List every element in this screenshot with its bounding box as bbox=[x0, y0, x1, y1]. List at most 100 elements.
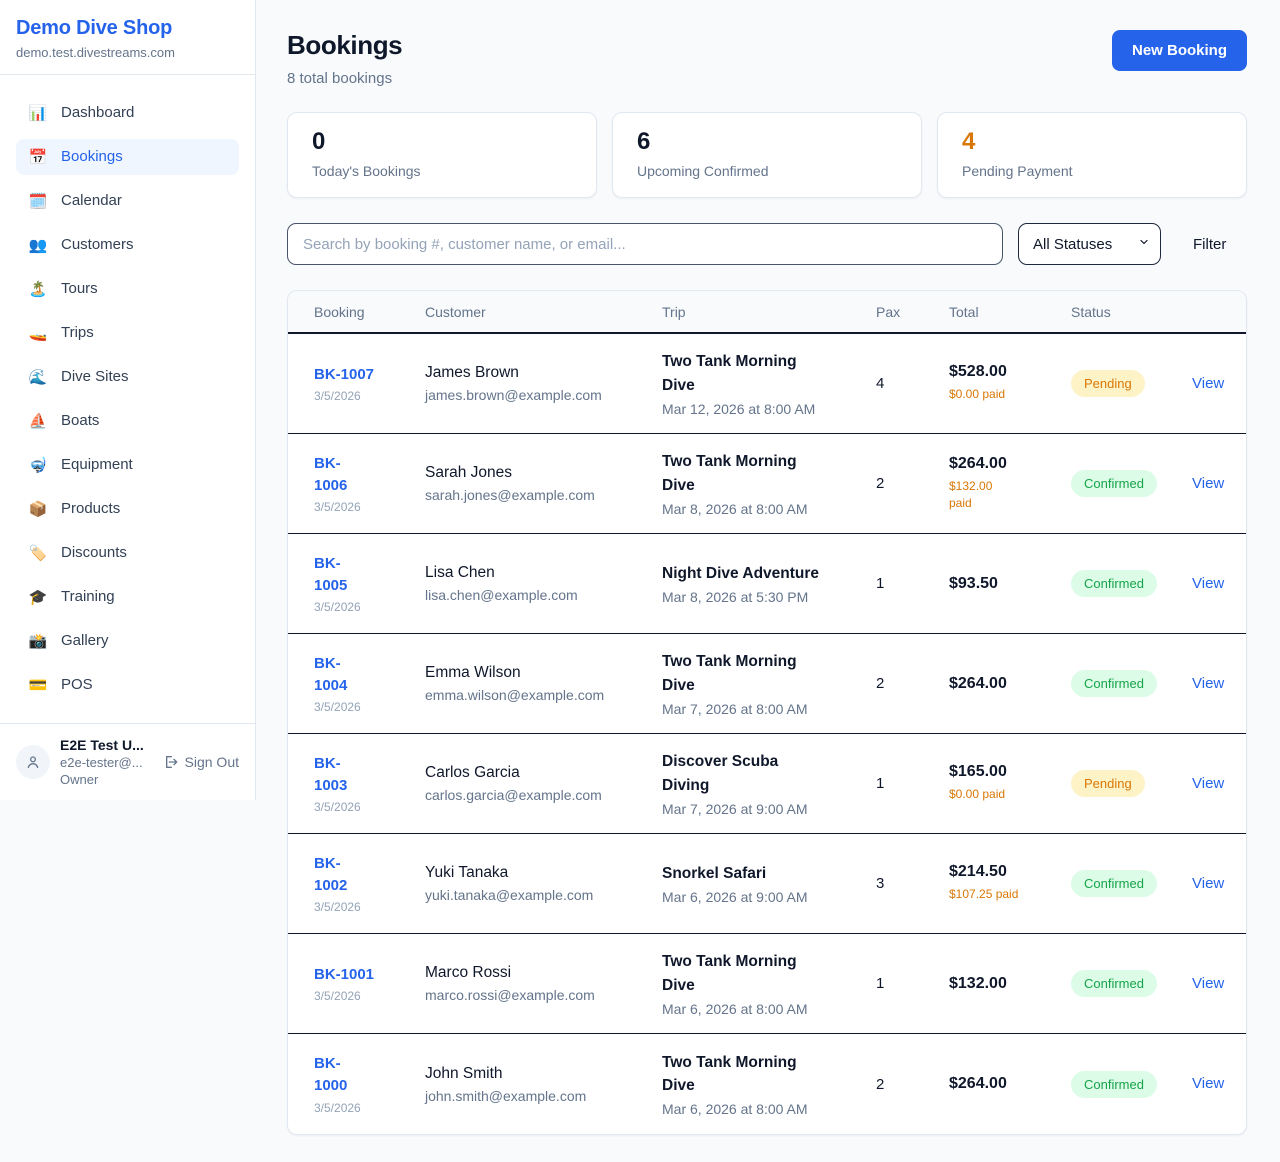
sidebar-item-label: Calendar bbox=[61, 191, 122, 211]
booking-number-line: 1006 bbox=[314, 475, 425, 497]
trip-name-line: Discover Scuba bbox=[662, 750, 876, 773]
total-amount: $528.00 bbox=[949, 363, 1071, 381]
sidebar-item-trips[interactable]: 🚤 Trips bbox=[16, 315, 239, 351]
sidebar-item-calendar[interactable]: 🗓️Calendar bbox=[16, 183, 239, 219]
sidebar-item-label: Trips bbox=[61, 323, 94, 343]
view-link[interactable]: View bbox=[1192, 875, 1224, 892]
stat-label: Today's Bookings bbox=[312, 163, 572, 179]
column-header-trip: Trip bbox=[662, 304, 876, 320]
table-row: BK-10073/5/2026James Brownjames.brown@ex… bbox=[288, 334, 1246, 434]
trips-icon: 🚤 bbox=[28, 323, 48, 343]
sidebar-item-label: Dive Sites bbox=[61, 367, 129, 387]
view-link[interactable]: View bbox=[1192, 1075, 1224, 1092]
actions-cell: View bbox=[1192, 975, 1230, 993]
total-amount: $93.50 bbox=[949, 575, 1071, 593]
table-row: BK-10023/5/2026Yuki Tanakayuki.tanaka@ex… bbox=[288, 834, 1246, 934]
sidebar-item-customers[interactable]: 👥Customers bbox=[16, 227, 239, 263]
sidebar-item-label: Bookings bbox=[61, 147, 123, 167]
sidebar-item-dive-sites[interactable]: 🌊Dive Sites bbox=[16, 359, 239, 395]
table-row: BK-10003/5/2026John Smithjohn.smith@exam… bbox=[288, 1034, 1246, 1134]
sidebar-item-products[interactable]: 📦Products bbox=[16, 491, 239, 527]
customer-cell: Sarah Jonessarah.jones@example.com bbox=[425, 464, 662, 503]
trip-cell: Snorkel SafariMar 6, 2026 at 9:00 AM bbox=[662, 862, 876, 905]
booking-number-link[interactable]: BK-1007 bbox=[314, 364, 425, 386]
new-booking-button[interactable]: New Booking bbox=[1112, 30, 1247, 71]
sidebar-item-gallery[interactable]: 📸Gallery bbox=[16, 623, 239, 659]
sidebar-item-bookings[interactable]: 📅Bookings bbox=[16, 139, 239, 175]
dashboard-icon: 📊 bbox=[28, 103, 48, 123]
booking-number-link[interactable]: BK-1001 bbox=[314, 964, 425, 986]
user-name: E2E Test U... bbox=[60, 737, 152, 753]
booking-number-link[interactable]: BK-1000 bbox=[314, 1053, 425, 1097]
customer-name: Yuki Tanaka bbox=[425, 864, 662, 882]
sidebar-item-training[interactable]: 🎓Training bbox=[16, 579, 239, 615]
view-link[interactable]: View bbox=[1192, 975, 1224, 992]
trip-name-line: Dive bbox=[662, 974, 876, 997]
status-select-wrap: All Statuses bbox=[1018, 223, 1161, 265]
booking-number-line: 1003 bbox=[314, 775, 425, 797]
customer-name: John Smith bbox=[425, 1065, 662, 1083]
filter-button[interactable]: Filter bbox=[1193, 236, 1226, 253]
total-cell: $93.50 bbox=[949, 575, 1071, 593]
sign-out-button[interactable]: Sign Out bbox=[162, 754, 239, 770]
page-subtitle: 8 total bookings bbox=[287, 70, 402, 87]
booking-cell: BK-1000 3/5/2026 bbox=[314, 1053, 425, 1115]
sidebar-item-equipment[interactable]: 🤿Equipment bbox=[16, 447, 239, 483]
booking-cell: BK-1005 3/5/2026 bbox=[314, 553, 425, 615]
customer-name: Sarah Jones bbox=[425, 464, 662, 482]
trip-name-line: Two Tank Morning bbox=[662, 450, 876, 473]
sidebar-item-tours[interactable]: 🏝️Tours bbox=[16, 271, 239, 307]
table-header-row: BookingCustomerTripPaxTotalStatus bbox=[288, 291, 1246, 334]
main-content: Bookings 8 total bookings New Booking 0T… bbox=[256, 0, 1280, 1162]
trip-name: Discover ScubaDiving bbox=[662, 750, 876, 797]
booking-number-link[interactable]: BK-1005 bbox=[314, 553, 425, 597]
actions-cell: View bbox=[1192, 775, 1230, 793]
booking-number-line: BK- bbox=[314, 653, 425, 675]
trip-name: Two Tank MorningDive bbox=[662, 1051, 876, 1098]
sidebar-item-dashboard[interactable]: 📊Dashboard bbox=[16, 95, 239, 131]
booking-number-link[interactable]: BK-1002 bbox=[314, 853, 425, 897]
sidebar-item-label: Tours bbox=[61, 279, 98, 299]
booking-date: 3/5/2026 bbox=[314, 900, 425, 914]
table-row: BK-10013/5/2026Marco Rossimarco.rossi@ex… bbox=[288, 934, 1246, 1034]
booking-number-link[interactable]: BK-1003 bbox=[314, 753, 425, 797]
booking-number-link[interactable]: BK-1004 bbox=[314, 653, 425, 697]
booking-date: 3/5/2026 bbox=[314, 1101, 425, 1115]
pax-cell: 2 bbox=[876, 1076, 949, 1093]
trip-name-line: Night Dive Adventure bbox=[662, 562, 876, 585]
pax-cell: 1 bbox=[876, 775, 949, 792]
paid-amount-line: $132.00 bbox=[949, 478, 1071, 495]
view-link[interactable]: View bbox=[1192, 675, 1224, 692]
user-role: Owner bbox=[60, 772, 152, 787]
view-link[interactable]: View bbox=[1192, 475, 1224, 492]
trip-name-line: Two Tank Morning bbox=[662, 950, 876, 973]
status-filter-select[interactable]: All Statuses bbox=[1018, 223, 1161, 265]
booking-number-line: BK- bbox=[314, 453, 425, 475]
search-input[interactable] bbox=[287, 223, 1003, 265]
booking-number-link[interactable]: BK-1006 bbox=[314, 453, 425, 497]
booking-date: 3/5/2026 bbox=[314, 989, 425, 1003]
sidebar-item-boats[interactable]: ⛵Boats bbox=[16, 403, 239, 439]
training-icon: 🎓 bbox=[28, 587, 48, 607]
booking-cell: BK-10063/5/2026 bbox=[314, 453, 425, 515]
trip-datetime: Mar 12, 2026 at 8:00 AM bbox=[662, 401, 876, 417]
view-link[interactable]: View bbox=[1192, 375, 1224, 392]
customer-cell: Emma Wilsonemma.wilson@example.com bbox=[425, 664, 662, 703]
stat-value: 6 bbox=[637, 128, 897, 156]
sidebar-item-discounts[interactable]: 🏷️Discounts bbox=[16, 535, 239, 571]
customer-cell: Carlos Garciacarlos.garcia@example.com bbox=[425, 764, 662, 803]
trip-cell: Two Tank MorningDiveMar 7, 2026 at 8:00 … bbox=[662, 650, 876, 717]
stat-value: 4 bbox=[962, 128, 1222, 156]
view-link[interactable]: View bbox=[1192, 775, 1224, 792]
customer-email: marco.rossi@example.com bbox=[425, 987, 662, 1003]
trip-datetime: Mar 6, 2026 at 9:00 AM bbox=[662, 889, 876, 905]
trip-datetime: Mar 8, 2026 at 8:00 AM bbox=[662, 501, 876, 517]
view-link[interactable]: View bbox=[1192, 575, 1224, 592]
trip-name: Two Tank MorningDive bbox=[662, 950, 876, 997]
booking-number-line: 1002 bbox=[314, 875, 425, 897]
sidebar-item-pos[interactable]: 💳POS bbox=[16, 667, 239, 703]
booking-number-line: BK- bbox=[314, 753, 425, 775]
sidebar-item-label: Products bbox=[61, 499, 120, 519]
booking-date: 3/5/2026 bbox=[314, 600, 425, 614]
status-badge: Confirmed bbox=[1071, 570, 1157, 597]
